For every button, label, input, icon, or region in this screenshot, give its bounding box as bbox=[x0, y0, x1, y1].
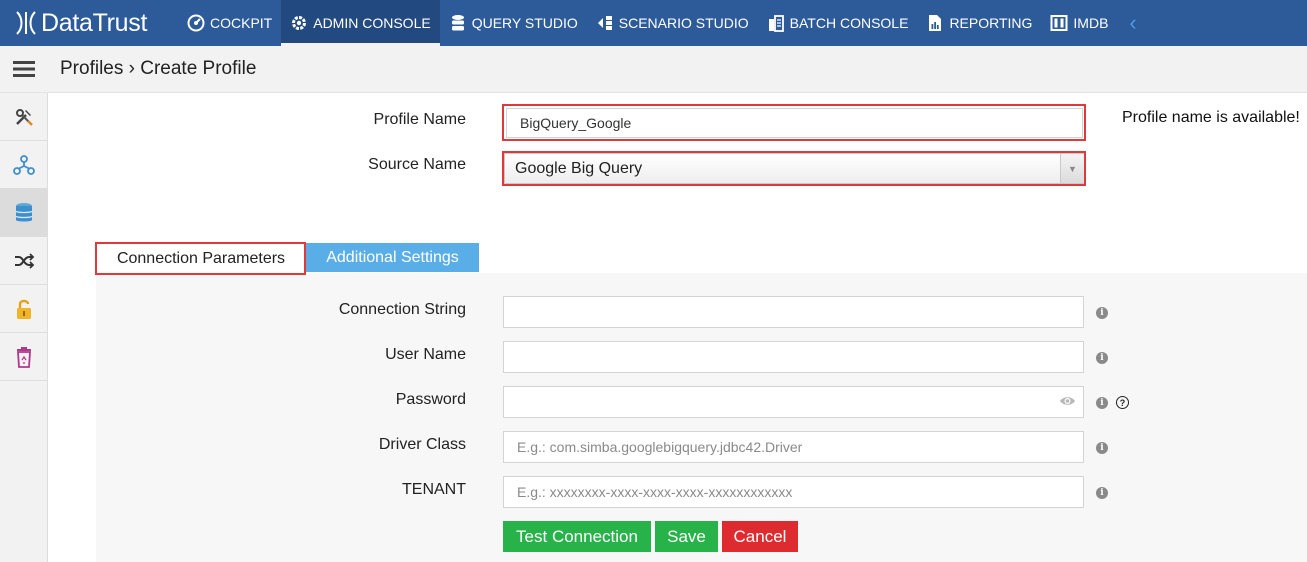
trash-icon bbox=[16, 346, 31, 368]
database-icon bbox=[451, 15, 464, 31]
nav-item-label: QUERY STUDIO bbox=[471, 15, 578, 31]
user-name-input[interactable] bbox=[503, 341, 1084, 373]
password-label: Password bbox=[395, 391, 466, 408]
nav-item-label: IMDB bbox=[1073, 15, 1109, 31]
page-header: Profiles › Create Profile bbox=[0, 46, 1307, 93]
nav-item-label: ADMIN CONSOLE bbox=[313, 15, 431, 31]
batch-icon bbox=[768, 15, 784, 32]
lock-icon bbox=[16, 299, 31, 319]
nav-item-label: REPORTING bbox=[949, 15, 1033, 31]
nav-item-label: SCENARIO STUDIO bbox=[618, 15, 749, 31]
nav-item-reporting[interactable]: REPORTING bbox=[917, 0, 1041, 46]
source-name-highlight bbox=[502, 151, 1086, 186]
report-icon bbox=[929, 15, 942, 31]
workflow-icon bbox=[597, 16, 612, 30]
connection-string-input[interactable] bbox=[503, 296, 1084, 328]
eye-icon[interactable] bbox=[1059, 395, 1076, 407]
tab-connection-highlight bbox=[95, 242, 306, 275]
test-connection-button[interactable]: Test Connection bbox=[503, 521, 651, 552]
cancel-button[interactable]: Cancel bbox=[722, 521, 798, 552]
info-icon[interactable]: i bbox=[1096, 442, 1108, 454]
sidebar-item-database[interactable] bbox=[0, 189, 47, 237]
datatrust-logo-icon bbox=[16, 11, 36, 35]
sidebar-item-lock[interactable] bbox=[0, 285, 47, 333]
profile-name-highlight bbox=[502, 104, 1086, 141]
info-icon[interactable]: i bbox=[1096, 397, 1108, 409]
sidebar-item-shuffle[interactable] bbox=[0, 237, 47, 285]
help-icon[interactable]: ? bbox=[1116, 396, 1129, 409]
tenant-label: TENANT bbox=[402, 481, 466, 498]
shuffle-icon bbox=[14, 252, 34, 269]
save-button[interactable]: Save bbox=[655, 521, 718, 552]
app-logo[interactable]: DataTrust bbox=[0, 0, 178, 46]
breadcrumb: Profiles › Create Profile bbox=[60, 58, 257, 79]
top-navigation: DataTrust COCKPIT ADMIN CONSOLE QUERY ST… bbox=[0, 0, 1307, 46]
nav-item-label: COCKPIT bbox=[210, 15, 273, 31]
password-input[interactable] bbox=[503, 386, 1084, 418]
driver-class-input[interactable]: E.g.: com.simba.googlebigquery.jdbc42.Dr… bbox=[503, 431, 1084, 463]
connection-string-label: Connection String bbox=[338, 301, 466, 318]
nav-item-scenario-studio[interactable]: SCENARIO STUDIO bbox=[587, 0, 758, 46]
sidebar-item-tools[interactable] bbox=[0, 93, 47, 141]
info-icon[interactable]: i bbox=[1096, 352, 1108, 364]
nav-item-cockpit[interactable]: COCKPIT bbox=[178, 0, 281, 46]
sidebar-item-trash[interactable] bbox=[0, 333, 47, 381]
tab-additional-settings[interactable]: Additional Settings bbox=[306, 243, 479, 272]
profile-name-label: Profile Name bbox=[373, 111, 466, 128]
menu-toggle-button[interactable] bbox=[0, 46, 48, 93]
sidebar-item-network[interactable] bbox=[0, 141, 47, 189]
source-name-label: Source Name bbox=[368, 156, 466, 173]
info-icon[interactable]: i bbox=[1096, 487, 1108, 499]
tools-icon bbox=[15, 108, 33, 126]
nav-item-imdb[interactable]: IMDB bbox=[1041, 0, 1117, 46]
database-icon bbox=[14, 202, 33, 221]
driver-class-label: Driver Class bbox=[378, 436, 466, 453]
network-icon bbox=[12, 154, 35, 175]
nav-item-query-studio[interactable]: QUERY STUDIO bbox=[440, 0, 587, 46]
app-name: DataTrust bbox=[41, 8, 148, 37]
nav-item-admin-console[interactable]: ADMIN CONSOLE bbox=[281, 0, 440, 46]
profile-name-status: Profile name is available! bbox=[1122, 109, 1300, 126]
hamburger-icon bbox=[13, 61, 35, 77]
nav-item-label: BATCH CONSOLE bbox=[789, 15, 909, 31]
nav-item-batch-console[interactable]: BATCH CONSOLE bbox=[758, 0, 918, 46]
columns-icon bbox=[1050, 15, 1068, 31]
gauge-icon bbox=[187, 14, 205, 32]
chevron-left-icon[interactable]: ‹ bbox=[1129, 10, 1136, 36]
gear-icon bbox=[292, 16, 307, 30]
left-sidebar bbox=[0, 93, 48, 562]
user-name-label: User Name bbox=[385, 346, 466, 363]
info-icon[interactable]: i bbox=[1096, 307, 1108, 319]
tenant-input[interactable]: E.g.: xxxxxxxx-xxxx-xxxx-xxxx-xxxxxxxxxx… bbox=[503, 476, 1084, 508]
